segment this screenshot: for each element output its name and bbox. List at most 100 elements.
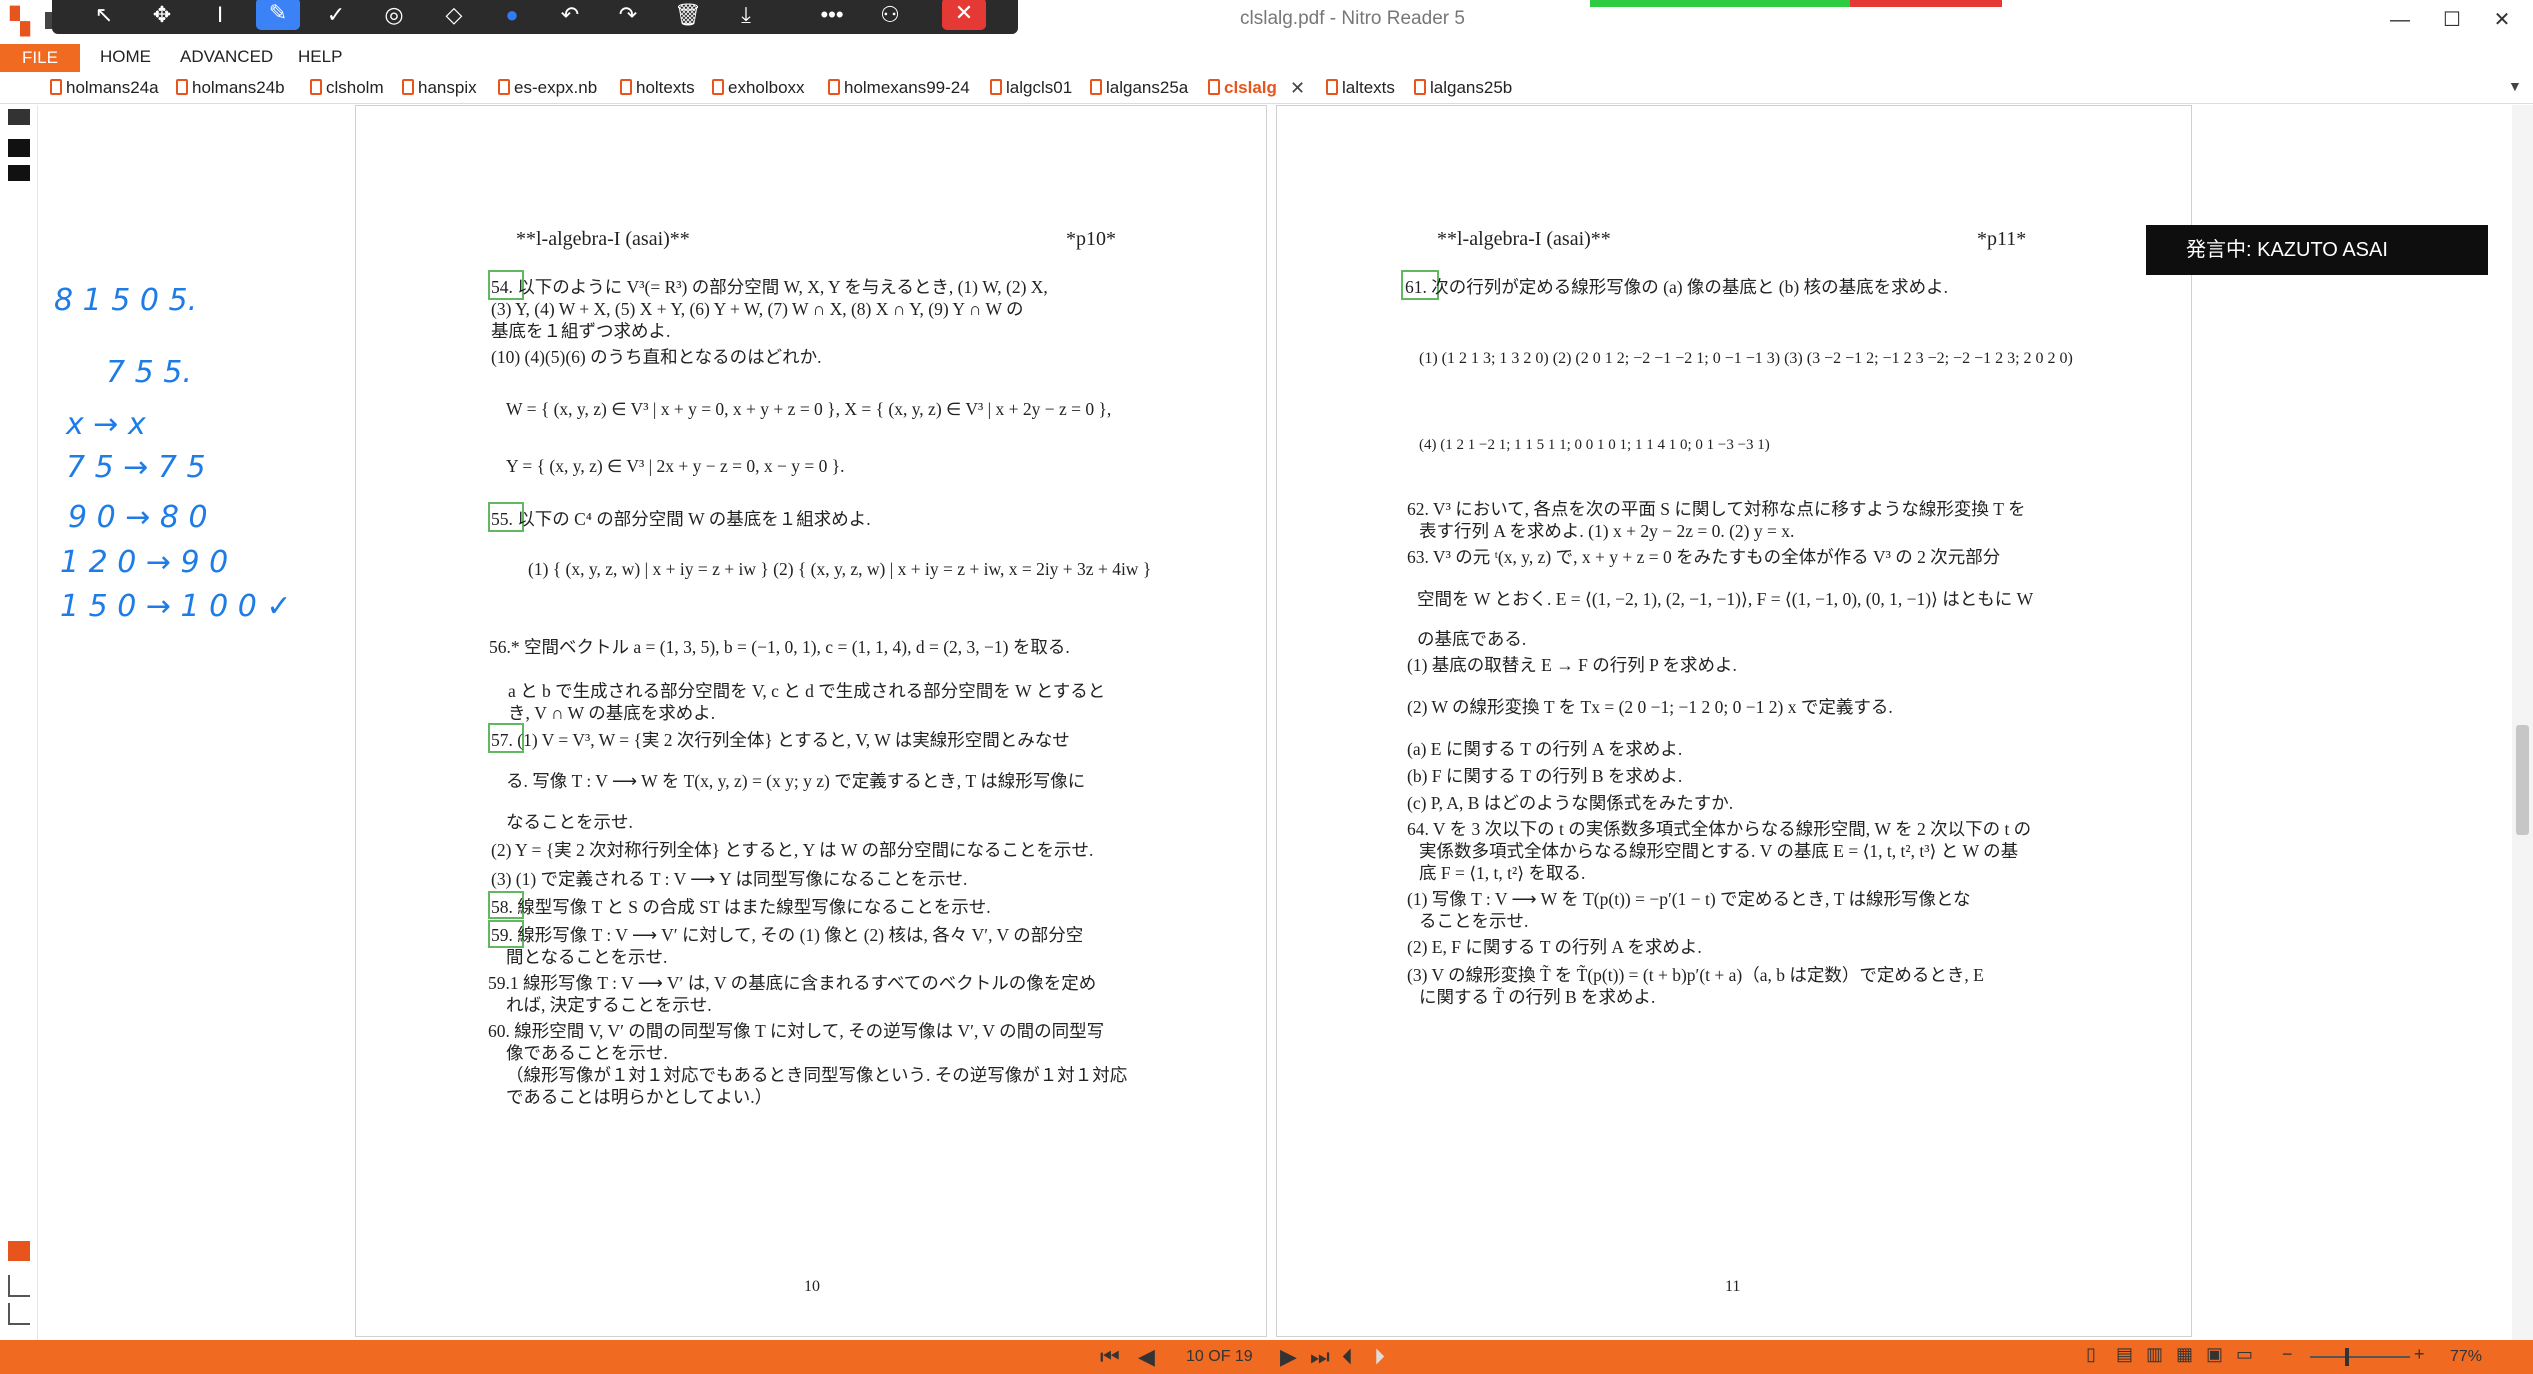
nitro-reader-window: ▚ clslalg.pdf - Nitro Reader 5 — ☐ ✕ ↖ ✥… (0, 0, 2533, 1374)
facing-continuous-icon[interactable]: ▦ (2176, 1344, 2193, 1365)
green-progress-strip (1590, 0, 1850, 7)
text-line: (3) (1) で定義される T : V ⟶ Y は同型写像になることを示せ. (491, 869, 968, 889)
vertical-scrollbar[interactable] (2512, 105, 2533, 1340)
undo-icon[interactable]: ↶ (548, 0, 592, 34)
text-line: (1) { (x, y, z, w) | x + iy = z + iw } (… (528, 559, 1152, 579)
maximize-icon[interactable]: ☐ (2432, 4, 2472, 36)
pdf-file-icon (50, 79, 62, 95)
close-toolbar-icon[interactable]: ✕ (942, 0, 986, 30)
tab-holtexts[interactable]: holtexts (620, 78, 695, 102)
text-line: (4) (1 2 1 −2 1; 1 1 5 1 1; 0 0 1 0 1; 1… (1419, 437, 1770, 453)
pdf-file-icon (310, 79, 322, 95)
check-icon[interactable]: ✓ (314, 0, 358, 34)
tab-holmans24b[interactable]: holmans24b (176, 78, 285, 102)
handwriting-line: 8 1 5 0 5. (54, 283, 198, 318)
user-pen-icon[interactable]: ⚇ (868, 0, 912, 34)
text-line: 56.* 空間ベクトル a = (1, 3, 5), b = (−1, 0, 1… (489, 637, 1070, 657)
tab-list-chevron-icon[interactable]: ▼ (2508, 78, 2522, 94)
outline-icon[interactable] (8, 1303, 30, 1325)
tab-laltexts[interactable]: laltexts (1326, 78, 1395, 102)
page-header-left: **l-algebra-I (asai)** (1437, 228, 1611, 250)
comments-icon[interactable] (8, 165, 30, 181)
text-line: 59. 線形写像 T : V ⟶ V′ に対して, その (1) 像と (2) … (491, 925, 1084, 945)
last-page-icon[interactable]: ⏭ (1310, 1344, 1330, 1370)
fit-page-icon[interactable]: ▣ (2206, 1344, 2223, 1365)
move-icon[interactable]: ✥ (140, 0, 184, 34)
text-line: (2) E, F に関する T の行列 A を求めよ. (1407, 937, 1702, 957)
continuous-view-icon[interactable]: ▤ (2116, 1344, 2133, 1365)
back-view-icon[interactable]: ⏴ (1342, 1344, 1353, 1370)
ribbon-menu: FILE HOME ADVANCED HELP (0, 44, 2533, 72)
pdf-file-icon (1414, 79, 1426, 95)
color-dot-icon[interactable]: ● (490, 0, 534, 34)
tab-hanspix[interactable]: hanspix (402, 78, 477, 102)
previous-page-icon[interactable]: ◀ (1138, 1344, 1155, 1370)
first-page-icon[interactable]: ⏮ (1100, 1344, 1120, 1370)
text-line: 底 F = ⟨1, t, t²⟩ を取る. (1419, 863, 1586, 883)
fit-width-icon[interactable]: ▭ (2236, 1344, 2253, 1365)
tab-holmexans99-24[interactable]: holmexans99-24 (828, 78, 970, 102)
highlight-target-icon[interactable]: ◎ (372, 0, 416, 34)
document-tabs: holmans24a holmans24b clsholm hanspix es… (0, 74, 2533, 104)
pdf-page-10: **l-algebra-I (asai)** *p10* 54. 以下のように … (355, 105, 1267, 1337)
pen-icon[interactable]: ✎ (256, 0, 300, 30)
text-line: (2) W の線形変換 T を Tx = (2 0 −1; −1 2 0; 0 … (1407, 697, 1893, 717)
text-line: (1) (1 2 1 3; 1 3 2 0) (2) (2 0 1 2; −2 … (1419, 350, 2073, 367)
zoom-slider-thumb[interactable] (2345, 1348, 2349, 1366)
menu-advanced[interactable]: ADVANCED (180, 47, 273, 67)
forward-view-icon[interactable]: ⏵ (1374, 1344, 1385, 1370)
layers-icon[interactable] (8, 1275, 30, 1297)
tab-clsholm[interactable]: clsholm (310, 78, 384, 102)
facing-view-icon[interactable]: ▥ (2146, 1344, 2163, 1365)
redo-icon[interactable]: ↷ (606, 0, 650, 34)
trash-icon[interactable]: 🗑 (666, 0, 710, 34)
tab-lalgans25b[interactable]: lalgans25b (1414, 78, 1512, 102)
pen-toolbar: ↖ ✥ I ✎ ✓ ◎ ◇ ● ↶ ↷ 🗑 ⤓ ••• ⚇ ✕ (52, 0, 1018, 34)
zoom-in-icon[interactable]: + (2414, 1344, 2425, 1365)
tab-lalgcls01[interactable]: lalgcls01 (990, 78, 1072, 102)
minimize-icon[interactable]: — (2380, 4, 2420, 36)
zoom-out-icon[interactable]: − (2282, 1344, 2293, 1365)
zoom-level[interactable]: 77% (2450, 1348, 2482, 1366)
handwriting-line: 1 2 0 → 9 0 (60, 545, 229, 580)
pdf-file-icon (1326, 79, 1338, 95)
text-line: 60. 線形空間 V, V′ の間の同型写像 T に対して, その逆写像は V′… (488, 1021, 1105, 1041)
pdf-file-icon (1090, 79, 1102, 95)
pdf-file-icon (712, 79, 724, 95)
menu-help[interactable]: HELP (298, 47, 342, 67)
pdf-file-icon (402, 79, 414, 95)
text-line: (b) F に関する T の行列 B を求めよ. (1407, 766, 1683, 786)
text-cursor-icon[interactable]: I (198, 0, 242, 34)
close-window-icon[interactable]: ✕ (2482, 4, 2522, 36)
handwriting-line: x → x (66, 407, 146, 442)
text-line: 59.1 線形写像 T : V ⟶ V′ は, V の基底に含まれるすべてのベク… (488, 973, 1097, 993)
text-line: Y = { (x, y, z) ∈ V³ | 2x + y − z = 0, x… (506, 456, 845, 476)
next-page-icon[interactable]: ▶ (1280, 1344, 1297, 1370)
handwriting-line: 1 5 0 → 1 0 0 ✓ (60, 589, 292, 624)
tab-lalgans25a[interactable]: lalgans25a (1090, 78, 1188, 102)
more-icon[interactable]: ••• (810, 0, 854, 34)
text-line: 実係数多項式全体からなる線形空間とする. V の基底 E = ⟨1, t, t²… (1419, 841, 2019, 861)
document-canvas[interactable]: 8 1 5 0 5. 7 5 5. x → x 7 5 → 7 5 9 0 → … (38, 105, 2528, 1340)
tab-holmans24a[interactable]: holmans24a (50, 78, 159, 102)
tab-clslalg[interactable]: clslalg (1208, 78, 1277, 102)
menu-home[interactable]: HOME (100, 47, 151, 67)
attachments-icon[interactable] (8, 1241, 30, 1261)
single-page-view-icon[interactable]: ▯ (2086, 1344, 2096, 1365)
zoom-slider[interactable] (2310, 1356, 2410, 1358)
download-icon[interactable]: ⤓ (724, 0, 768, 34)
text-line: 64. V を 3 次以下の t の実係数多項式全体からなる線形空間, W を … (1407, 819, 2032, 839)
pointer-icon[interactable]: ↖ (82, 0, 126, 34)
menu-file[interactable]: FILE (0, 44, 80, 72)
bookmarks-icon[interactable] (8, 139, 30, 157)
nitro-logo-icon[interactable]: ▚ (10, 8, 32, 34)
tab-close-icon[interactable]: ✕ (1290, 78, 1305, 99)
eraser-icon[interactable]: ◇ (432, 0, 476, 34)
page-counter[interactable]: 10 OF 19 (1186, 1348, 1253, 1366)
pages-panel-icon[interactable] (8, 109, 30, 125)
scrollbar-thumb[interactable] (2516, 725, 2529, 835)
tab-es-expx[interactable]: es-expx.nb (498, 78, 597, 102)
text-line: (2) Y = {実 2 次対称行列全体} とすると, Y は W の部分空間に… (491, 840, 1094, 860)
page-number: 10 (804, 1278, 820, 1295)
tab-exholboxx[interactable]: exholboxx (712, 78, 805, 102)
